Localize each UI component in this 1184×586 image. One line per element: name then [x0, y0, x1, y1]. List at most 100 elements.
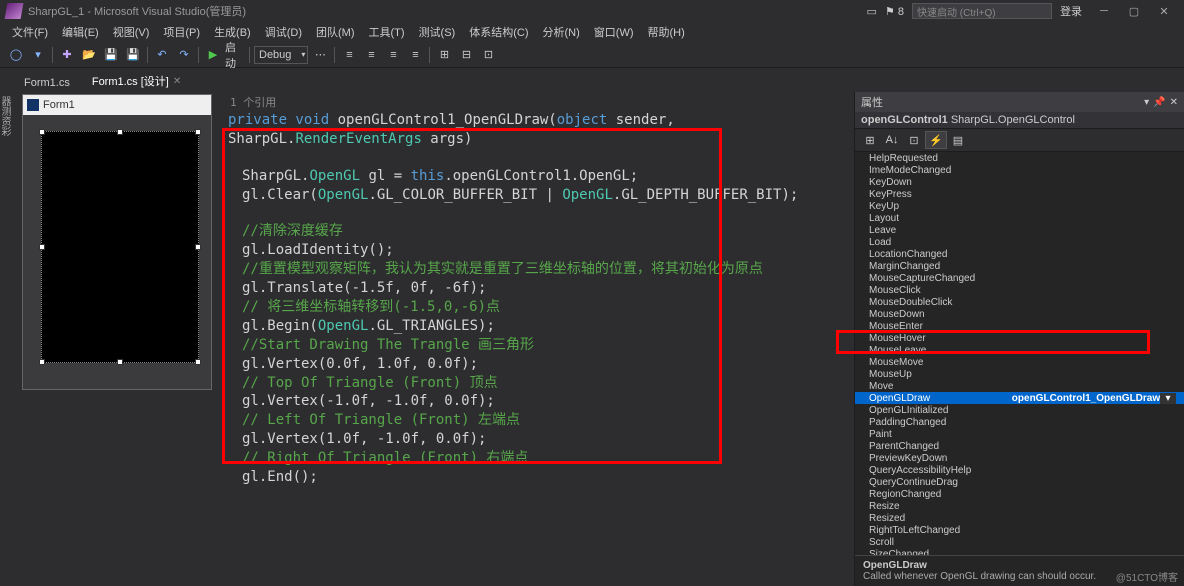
- open-icon[interactable]: 📂: [79, 45, 99, 65]
- event-name: Resized: [863, 513, 1013, 524]
- code-editor[interactable]: 1 个引用 private void openGLControl1_OpenGL…: [224, 92, 850, 584]
- event-row[interactable]: MouseClick: [855, 284, 1184, 296]
- event-name: MouseLeave: [863, 345, 1013, 356]
- menu-help[interactable]: 帮助(H): [642, 22, 691, 42]
- tab-form1-design[interactable]: Form1.cs [设计]✕: [82, 69, 191, 92]
- saveall-icon[interactable]: 💾: [123, 45, 143, 65]
- event-row[interactable]: KeyDown: [855, 176, 1184, 188]
- indent-less-icon[interactable]: ≡: [339, 45, 359, 65]
- back-icon[interactable]: ◯: [6, 45, 26, 65]
- event-row[interactable]: Move: [855, 380, 1184, 392]
- properties-object-selector[interactable]: openGLControl1 SharpGL.OpenGLControl: [855, 112, 1184, 129]
- menu-edit[interactable]: 编辑(E): [56, 22, 105, 42]
- align-icon[interactable]: ⊞: [434, 45, 454, 65]
- event-row[interactable]: Leave: [855, 224, 1184, 236]
- quick-launch-input[interactable]: 快速启动 (Ctrl+Q): [912, 3, 1052, 19]
- menu-tools[interactable]: 工具(T): [363, 22, 411, 42]
- redo-icon[interactable]: ↷: [174, 45, 194, 65]
- align3-icon[interactable]: ⊡: [478, 45, 498, 65]
- tab-form1-cs[interactable]: Form1.cs: [14, 73, 80, 92]
- event-row[interactable]: MarginChanged: [855, 260, 1184, 272]
- event-row[interactable]: Resize: [855, 500, 1184, 512]
- event-row[interactable]: MouseHover: [855, 332, 1184, 344]
- close-icon[interactable]: ✕: [173, 76, 181, 87]
- form-designer[interactable]: Form1: [22, 94, 212, 390]
- opengl-control[interactable]: [41, 131, 199, 363]
- menu-file[interactable]: 文件(F): [6, 22, 54, 42]
- event-name: MouseCaptureChanged: [863, 273, 1013, 284]
- menu-arch[interactable]: 体系结构(C): [463, 22, 534, 42]
- event-row[interactable]: MouseLeave: [855, 344, 1184, 356]
- event-row[interactable]: QueryContinueDrag: [855, 476, 1184, 488]
- close-button[interactable]: ✕: [1150, 2, 1178, 20]
- event-row[interactable]: OpenGLInitialized: [855, 404, 1184, 416]
- reference-count: 1 个引用: [228, 96, 846, 111]
- propertypages-icon[interactable]: ▤: [947, 131, 969, 149]
- event-row[interactable]: Paint: [855, 428, 1184, 440]
- menu-debug[interactable]: 调试(D): [259, 22, 308, 42]
- properties-icon[interactable]: ⊡: [903, 131, 925, 149]
- event-row[interactable]: ImeModeChanged: [855, 164, 1184, 176]
- event-handler-value[interactable]: openGLControl1_OpenGLDraw: [1012, 393, 1160, 404]
- event-row[interactable]: MouseEnter: [855, 320, 1184, 332]
- signin-link[interactable]: 登录: [1060, 3, 1082, 19]
- event-row[interactable]: PaddingChanged: [855, 416, 1184, 428]
- event-row[interactable]: RegionChanged: [855, 488, 1184, 500]
- events-list[interactable]: HelpRequestedImeModeChangedKeyDownKeyPre…: [855, 152, 1184, 555]
- start-icon[interactable]: ▶: [203, 45, 223, 65]
- event-row[interactable]: ParentChanged: [855, 440, 1184, 452]
- forward-icon[interactable]: ▾: [28, 45, 48, 65]
- event-row[interactable]: MouseCaptureChanged: [855, 272, 1184, 284]
- event-row[interactable]: KeyPress: [855, 188, 1184, 200]
- minimize-button[interactable]: ─: [1090, 2, 1118, 20]
- event-row[interactable]: PreviewKeyDown: [855, 452, 1184, 464]
- config-dropdown[interactable]: Debug: [254, 46, 308, 64]
- event-row[interactable]: QueryAccessibilityHelp: [855, 464, 1184, 476]
- categorized-icon[interactable]: ⊞: [859, 131, 881, 149]
- events-icon[interactable]: ⚡: [925, 131, 947, 149]
- maximize-button[interactable]: ▢: [1120, 2, 1148, 20]
- event-row[interactable]: Layout: [855, 212, 1184, 224]
- menu-analyze[interactable]: 分析(N): [537, 22, 586, 42]
- control-name: openGLControl1: [861, 114, 948, 126]
- close-panel-icon[interactable]: ✕: [1170, 97, 1178, 108]
- notification-icon[interactable]: ⚑ 8: [885, 5, 904, 18]
- new-icon[interactable]: ✚: [57, 45, 77, 65]
- comment-icon[interactable]: ≡: [383, 45, 403, 65]
- event-name: MouseDown: [863, 309, 1013, 320]
- feedback-icon[interactable]: ▭: [867, 5, 877, 18]
- event-row[interactable]: MouseDoubleClick: [855, 296, 1184, 308]
- event-name: MarginChanged: [863, 261, 1013, 272]
- chevron-down-icon[interactable]: ▾: [1160, 393, 1176, 404]
- event-row[interactable]: MouseUp: [855, 368, 1184, 380]
- uncomment-icon[interactable]: ≡: [405, 45, 425, 65]
- align2-icon[interactable]: ⊟: [456, 45, 476, 65]
- event-row[interactable]: LocationChanged: [855, 248, 1184, 260]
- event-row[interactable]: RightToLeftChanged: [855, 524, 1184, 536]
- event-row[interactable]: MouseDown: [855, 308, 1184, 320]
- undo-icon[interactable]: ↶: [152, 45, 172, 65]
- pin-icon[interactable]: 📌: [1153, 97, 1165, 108]
- event-row[interactable]: HelpRequested: [855, 152, 1184, 164]
- menu-window[interactable]: 窗口(W): [588, 22, 640, 42]
- toolbox-strip[interactable]: 器测资彩: [0, 92, 12, 586]
- dropdown-icon[interactable]: ▾: [1144, 97, 1149, 108]
- menu-test[interactable]: 测试(S): [413, 22, 462, 42]
- save-icon[interactable]: 💾: [101, 45, 121, 65]
- menu-team[interactable]: 团队(M): [310, 22, 361, 42]
- event-row[interactable]: Resized: [855, 512, 1184, 524]
- start-dropdown[interactable]: 启动: [225, 45, 245, 65]
- menu-project[interactable]: 项目(P): [157, 22, 206, 42]
- alphabetical-icon[interactable]: A↓: [881, 131, 903, 149]
- event-row[interactable]: OpenGLDrawopenGLControl1_OpenGLDraw▾: [855, 392, 1184, 404]
- event-name: MouseEnter: [863, 321, 1013, 332]
- tb-extra-icon[interactable]: ⋯: [310, 45, 330, 65]
- event-row[interactable]: MouseMove: [855, 356, 1184, 368]
- event-row[interactable]: Load: [855, 236, 1184, 248]
- event-row[interactable]: SizeChanged: [855, 548, 1184, 555]
- indent-more-icon[interactable]: ≡: [361, 45, 381, 65]
- event-row[interactable]: KeyUp: [855, 200, 1184, 212]
- event-row[interactable]: Scroll: [855, 536, 1184, 548]
- menu-view[interactable]: 视图(V): [107, 22, 156, 42]
- tab-label: Form1.cs: [24, 77, 70, 89]
